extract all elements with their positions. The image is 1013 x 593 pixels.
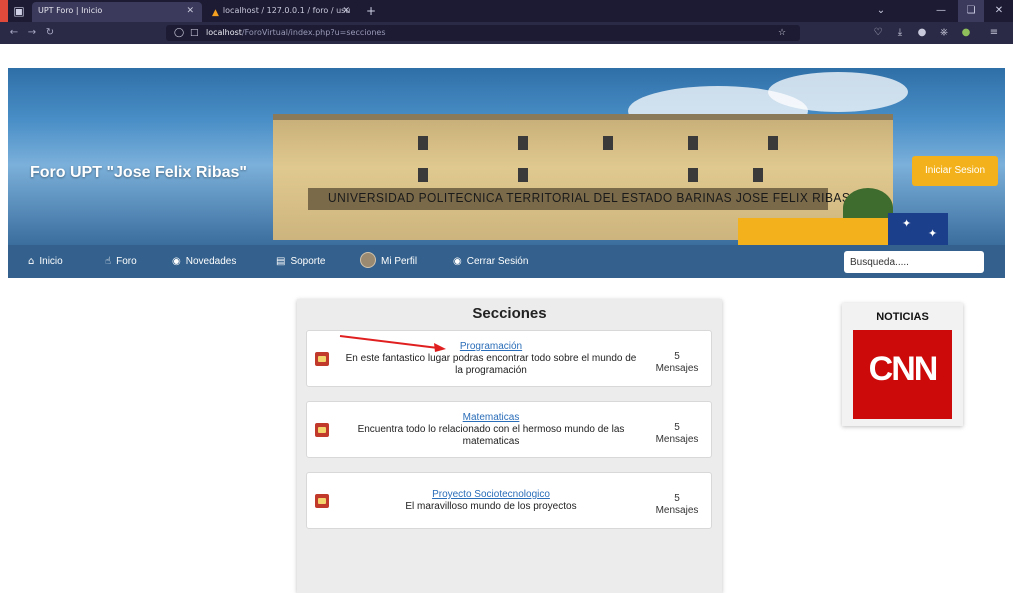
- section-text: Proyecto Sociotecnologico El maravilloso…: [341, 489, 641, 513]
- menu-item-soporte[interactable]: ▤ Soporte: [276, 245, 325, 278]
- banner-window: [418, 168, 428, 182]
- page-icon: □: [190, 28, 199, 38]
- globe-icon: ◉: [172, 256, 181, 267]
- app-menu-icon[interactable]: ≡: [986, 25, 1002, 41]
- menu-label: Soporte: [290, 256, 326, 267]
- banner-yellow-sign: [738, 218, 888, 245]
- section-description: En este fantastico lugar podras encontra…: [345, 353, 637, 376]
- menu-item-novedades[interactable]: ◉ Novedades: [172, 245, 236, 278]
- search-input[interactable]: [844, 251, 984, 273]
- menu-label: Foro: [116, 256, 137, 267]
- header-banner: UNIVERSIDAD POLITECNICA TERRITORIAL DEL …: [8, 68, 1005, 245]
- browser-accent: [0, 0, 8, 22]
- tab-title: UPT Foro | Inicio: [38, 6, 103, 15]
- banner-window: [418, 136, 428, 150]
- noticias-title: NOTICIAS: [876, 311, 929, 323]
- main-menu: ⌂ Inicio ☝ Foro ◉ Novedades ▤ Soporte Mi Per…: [8, 245, 1005, 278]
- section-text: Matematicas Encuentra todo lo relacionad…: [341, 412, 641, 448]
- banner-flag: ✦ ✦: [888, 213, 948, 245]
- minimize-icon[interactable]: —: [928, 0, 954, 22]
- section-card-proyecto: Proyecto Sociotecnologico El maravilloso…: [306, 472, 712, 529]
- url-path: /ForoVirtual/index.php?u=secciones: [241, 28, 386, 37]
- account-icon[interactable]: ●: [914, 25, 930, 41]
- browser-tab-phpmyadmin[interactable]: ▲ localhost / 127.0.0.1 / foro / usu ✕: [206, 2, 358, 22]
- banner-window: [753, 168, 763, 182]
- login-button[interactable]: Iniciar Sesion: [912, 156, 998, 186]
- banner-window: [518, 136, 528, 150]
- menu-item-cerrar-sesion[interactable]: ◉ Cerrar Sesión: [453, 245, 528, 278]
- close-tab-icon[interactable]: ✕: [186, 2, 194, 20]
- section-description: El maravilloso mundo de los proyectos: [405, 501, 577, 512]
- banner-window: [603, 136, 613, 150]
- banner-window: [688, 168, 698, 182]
- url-bar[interactable]: ◯ □ localhost/ForoVirtual/index.php?u=se…: [166, 25, 800, 41]
- section-description: Encuentra todo lo relacionado con el her…: [357, 424, 625, 447]
- star-icon: ✦: [902, 218, 912, 230]
- annotation-arrow-icon: [339, 335, 446, 352]
- browser-tab-active[interactable]: UPT Foro | Inicio ✕: [32, 2, 202, 22]
- forum-section-icon: [315, 494, 329, 508]
- noticias-panel: NOTICIAS CNN: [842, 303, 963, 426]
- menu-label: Inicio: [39, 256, 63, 267]
- banner-cloud: [768, 72, 908, 112]
- downloads-icon[interactable]: ⤓: [892, 25, 908, 41]
- banner-window: [768, 136, 778, 150]
- section-message-count: 5 Mensajes: [647, 351, 707, 375]
- forward-icon[interactable]: →: [24, 25, 40, 41]
- menu-item-mi-perfil[interactable]: Mi Perfil: [360, 245, 417, 278]
- tab-title: localhost / 127.0.0.1 / foro / usu: [222, 6, 351, 15]
- message-count-label: Mensajes: [655, 505, 699, 516]
- message-count-label: Mensajes: [655, 363, 699, 374]
- close-window-icon[interactable]: ✕: [986, 0, 1012, 22]
- bookmark-star-icon[interactable]: ☆: [778, 26, 786, 40]
- support-icon: ▤: [276, 256, 286, 267]
- globe-icon: ◉: [453, 256, 462, 267]
- message-count-value: 5: [674, 351, 680, 362]
- hand-pointer-icon: ☝: [105, 256, 112, 267]
- back-icon[interactable]: ←: [6, 25, 22, 41]
- secciones-title: Secciones: [472, 305, 547, 322]
- menu-item-inicio[interactable]: ⌂ Inicio: [28, 245, 63, 278]
- list-tabs-icon[interactable]: ⌄: [868, 0, 894, 22]
- addon-icon[interactable]: ●: [958, 25, 974, 41]
- section-message-count: 5 Mensajes: [647, 493, 707, 517]
- message-count-value: 5: [674, 493, 680, 504]
- browser-tab-bar: ▣ UPT Foro | Inicio ✕ ▲ localhost / 127.0…: [0, 0, 1013, 22]
- home-icon: ⌂: [28, 256, 35, 267]
- banner-window: [518, 168, 528, 182]
- section-link[interactable]: Proyecto Sociotecnologico: [341, 489, 641, 501]
- banner-university-name: UNIVERSIDAD POLITECNICA TERRITORIAL DEL …: [328, 190, 851, 205]
- shield-icon[interactable]: ◯: [174, 26, 184, 40]
- page: UNIVERSIDAD POLITECNICA TERRITORIAL DEL …: [0, 44, 1013, 593]
- url-text[interactable]: localhost/ForoVirtual/index.php?u=seccio…: [206, 26, 386, 40]
- pocket-icon[interactable]: ♡: [870, 25, 886, 41]
- cnn-logo-text: CNN: [868, 350, 939, 388]
- tab-overview-icon[interactable]: ▣: [12, 4, 26, 18]
- star-icon: ✦: [928, 228, 938, 240]
- cnn-logo[interactable]: CNN: [853, 330, 952, 419]
- avatar: [360, 252, 376, 268]
- section-link[interactable]: Matematicas: [341, 412, 641, 424]
- close-tab-icon[interactable]: ✕: [342, 2, 350, 20]
- message-count-value: 5: [674, 422, 680, 433]
- message-count-label: Mensajes: [655, 434, 699, 445]
- menu-label: Mi Perfil: [381, 256, 418, 267]
- forum-section-icon: [315, 423, 329, 437]
- section-message-count: 5 Mensajes: [647, 422, 707, 446]
- site-title: Foro UPT "Jose Felix Ribas": [30, 164, 247, 181]
- forum-section-icon: [315, 352, 329, 366]
- restore-icon[interactable]: ❏: [958, 0, 984, 22]
- url-host: localhost: [206, 28, 242, 37]
- phpmyadmin-icon: ▲: [212, 8, 219, 18]
- menu-item-foro[interactable]: ☝ Foro: [105, 245, 137, 278]
- menu-label: Cerrar Sesión: [466, 256, 529, 267]
- banner-window: [688, 136, 698, 150]
- menu-label: Novedades: [185, 256, 237, 267]
- reload-icon[interactable]: ↻: [42, 25, 58, 41]
- browser-nav-bar: ← → ↻ ◯ □ localhost/ForoVirtual/index.ph…: [0, 22, 1013, 44]
- section-card-matematicas: Matematicas Encuentra todo lo relacionad…: [306, 401, 712, 458]
- new-tab-icon[interactable]: +: [366, 2, 376, 20]
- extensions-icon[interactable]: ⎈: [936, 25, 952, 41]
